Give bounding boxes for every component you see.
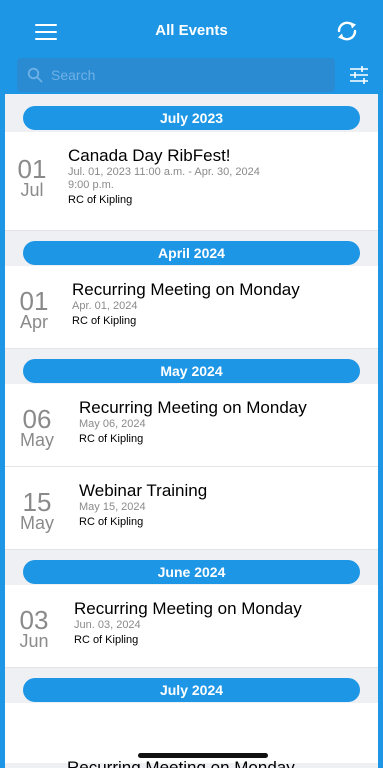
event-info: Recurring Meeting on Monday Apr. 01, 202…	[72, 280, 300, 327]
event-title-partial: Recurring Meeting on Monday	[67, 758, 295, 768]
event-row[interactable]: 03 Jun Recurring Meeting on Monday Jun. …	[5, 585, 378, 668]
month-header-label: April 2024	[23, 241, 360, 265]
month-header: June 2024	[5, 550, 378, 585]
event-title: Recurring Meeting on Monday	[72, 280, 300, 299]
month-header: July 2023	[5, 94, 378, 132]
event-organizer: RC of Kipling	[74, 634, 139, 646]
event-info: Recurring Meeting on Monday Jun. 03, 202…	[74, 599, 302, 646]
filter-sliders-icon[interactable]	[340, 56, 378, 94]
event-month: May	[19, 430, 54, 450]
month-header-label: July 2023	[23, 106, 360, 130]
page-title: All Events	[155, 22, 228, 39]
event-organizer: RC of Kipling	[72, 315, 137, 327]
month-header: July 2024	[5, 668, 378, 703]
event-title: Webinar Training	[79, 481, 208, 500]
month-header-label: July 2024	[23, 678, 360, 702]
top-bar: All Events	[5, 0, 378, 56]
event-date-range-cont: 9:00 p.m.	[68, 179, 114, 191]
event-title: Recurring Meeting on Monday	[79, 398, 307, 417]
event-day: 01	[17, 154, 47, 184]
search-bar: Search	[5, 56, 378, 94]
month-header: May 2024	[5, 349, 378, 384]
event-organizer: RC of Kipling	[79, 433, 144, 445]
app-frame: All Events Search July 2023 01 Jul Canad…	[5, 0, 378, 768]
event-date-range: Jul. 01, 2023 11:00 a.m. - Apr. 30, 2024	[68, 166, 260, 178]
event-row[interactable]: 15 May Webinar Training May 15, 2024 RC …	[5, 467, 378, 550]
event-date-block: 01 Apr	[15, 286, 53, 332]
event-info: Recurring Meeting on Monday May 06, 2024…	[79, 398, 307, 445]
month-header-label: May 2024	[23, 359, 360, 383]
event-month: Jun	[19, 631, 49, 651]
event-day: 06	[22, 404, 52, 434]
event-date-block: 15 May	[15, 487, 59, 533]
event-info: Canada Day RibFest! Jul. 01, 2023 11:00 …	[68, 146, 260, 206]
event-row[interactable]: 01 Jul Canada Day RibFest! Jul. 01, 2023…	[5, 132, 378, 231]
search-input[interactable]: Search	[17, 58, 335, 92]
event-row[interactable]: 06 May Recurring Meeting on Monday May 0…	[5, 384, 378, 467]
home-indicator	[138, 753, 268, 758]
event-info: Webinar Training May 15, 2024 RC of Kipl…	[79, 481, 207, 528]
sync-icon[interactable]	[334, 18, 360, 44]
event-month: Apr	[19, 312, 48, 332]
event-date: May 15, 2024	[79, 501, 146, 513]
event-date: Apr. 01, 2024	[72, 300, 138, 312]
event-row[interactable]: 01 Apr Recurring Meeting on Monday Apr. …	[5, 266, 378, 349]
event-date: May 06, 2024	[79, 418, 146, 430]
event-day: 03	[19, 605, 49, 635]
event-day: 01	[19, 286, 49, 316]
event-date-block: 03 Jun	[15, 605, 53, 651]
event-date-block: 01 Jul	[15, 154, 49, 200]
event-list: July 2023 01 Jul Canada Day RibFest! Jul…	[5, 94, 378, 763]
event-organizer: RC of Kipling	[68, 194, 133, 206]
search-icon	[27, 67, 43, 83]
search-placeholder: Search	[51, 67, 96, 83]
event-organizer: RC of Kipling	[79, 516, 144, 528]
event-day: 15	[22, 487, 52, 517]
month-header: April 2024	[5, 231, 378, 266]
event-date: Jun. 03, 2024	[74, 619, 141, 631]
event-title: Canada Day RibFest!	[68, 146, 231, 165]
event-date-block: 06 May	[15, 404, 59, 450]
event-month: May	[19, 513, 54, 533]
event-title: Recurring Meeting on Monday	[74, 599, 302, 618]
month-header-label: June 2024	[23, 560, 360, 584]
